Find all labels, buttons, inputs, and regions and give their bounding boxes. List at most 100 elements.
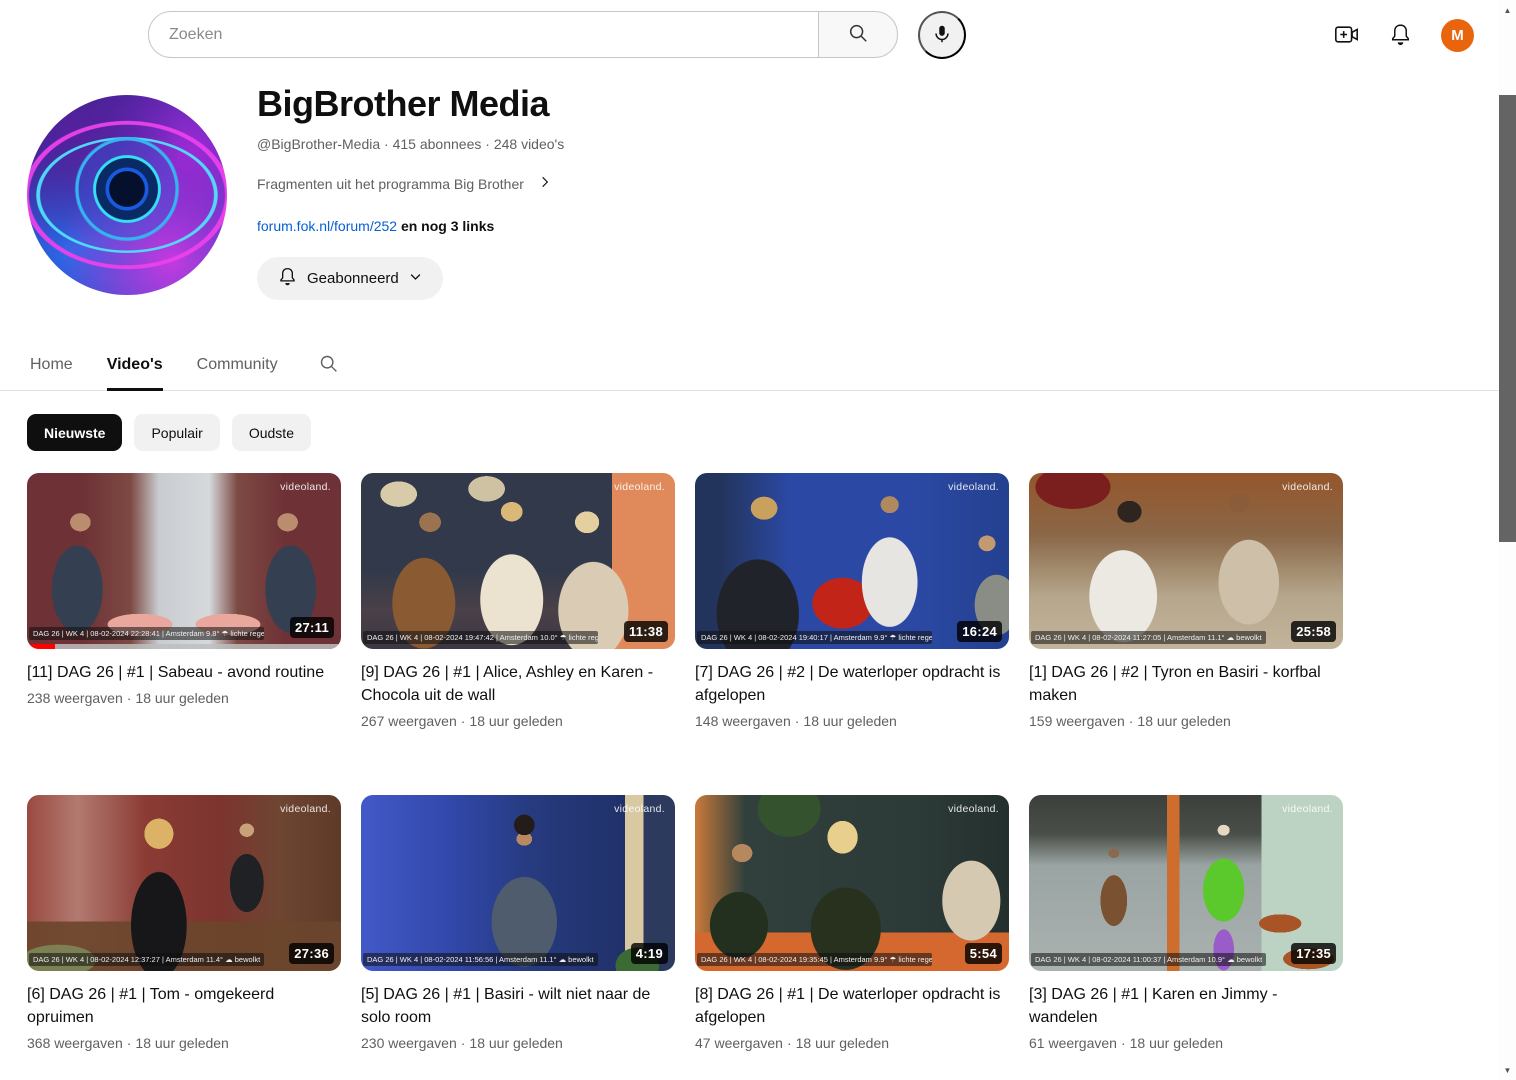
video-title[interactable]: [11] DAG 26 | #1 | Sabeau - avond routin… — [27, 661, 341, 684]
voice-search-button[interactable] — [918, 11, 966, 59]
create-video-button[interactable] — [1333, 21, 1360, 51]
video-age: 18 uur geleden — [803, 713, 897, 729]
youtube-channel-page: M BigBrother Media @BigBrother-Media · 4… — [0, 0, 1516, 1080]
video-views: 368 weergaven — [27, 1035, 123, 1051]
video-meta: 148 weergaven · 18 uur geleden — [695, 713, 897, 729]
tab-home[interactable]: Home — [30, 339, 73, 391]
channel-meta: @BigBrother-Media · 415 abonnees · 248 v… — [257, 136, 565, 152]
video-card[interactable]: videoland. DAG 26 | WK 4 | 08-02-2024 19… — [695, 795, 1009, 1080]
video-card[interactable]: videoland. DAG 26 | WK 4 | 08-02-2024 11… — [1029, 795, 1343, 1080]
channel-subscribers: 415 abonnees — [392, 136, 482, 152]
top-right-actions: M — [1333, 19, 1474, 52]
search-icon — [847, 22, 869, 47]
video-age: 18 uur geleden — [469, 713, 563, 729]
video-title[interactable]: [3] DAG 26 | #1 | Karen en Jimmy - wande… — [1029, 983, 1343, 1029]
bell-icon — [1388, 22, 1413, 50]
top-bar: M — [0, 0, 1516, 72]
video-thumbnail[interactable]: videoland. DAG 26 | WK 4 | 08-02-2024 19… — [361, 473, 675, 649]
chip-newest[interactable]: Nieuwste — [27, 414, 123, 451]
search-button[interactable] — [818, 11, 898, 58]
scrollbar-thumb[interactable] — [1499, 95, 1516, 542]
channel-links-row: forum.fok.nl/forum/252 en nog 3 links — [257, 218, 564, 234]
video-title[interactable]: [9] DAG 26 | #1 | Alice, Ashley en Karen… — [361, 661, 675, 707]
video-age: 18 uur geleden — [135, 1035, 229, 1051]
video-title[interactable]: [6] DAG 26 | #1 | Tom - omgekeerd opruim… — [27, 983, 341, 1029]
video-meta: 61 weergaven · 18 uur geleden — [1029, 1035, 1224, 1051]
notifications-button[interactable] — [1388, 22, 1413, 50]
video-age: 18 uur geleden — [795, 1035, 890, 1051]
chevron-down-icon — [408, 269, 423, 288]
thumbnail-ticker: DAG 26 | WK 4 | 08-02-2024 19:47:42 | Am… — [363, 631, 598, 644]
videoland-watermark: videoland. — [280, 481, 331, 493]
scrollbar-up-arrow[interactable]: ▲ — [1499, 2, 1516, 18]
duration-badge: 17:35 — [1291, 943, 1336, 964]
channel-search-button[interactable] — [318, 353, 339, 377]
video-card[interactable]: videoland. DAG 26 | WK 4 | 08-02-2024 19… — [695, 473, 1009, 771]
duration-badge: 5:54 — [964, 943, 1002, 964]
channel-description-row[interactable]: Fragmenten uit het programma Big Brother — [257, 175, 564, 192]
video-card[interactable]: videoland. DAG 26 | WK 4 | 08-02-2024 11… — [361, 795, 675, 1080]
tab-community[interactable]: Community — [197, 339, 278, 391]
video-age: 18 uur geleden — [1137, 713, 1231, 729]
video-views: 148 weergaven — [695, 713, 791, 729]
videoland-watermark: videoland. — [280, 803, 331, 815]
channel-description: Fragmenten uit het programma Big Brother — [257, 175, 524, 192]
video-card[interactable]: videoland. DAG 26 | WK 4 | 08-02-2024 11… — [1029, 473, 1343, 771]
video-thumbnail[interactable]: videoland. DAG 26 | WK 4 | 08-02-2024 22… — [27, 473, 341, 649]
video-grid: videoland. DAG 26 | WK 4 | 08-02-2024 22… — [27, 473, 1343, 1080]
video-thumbnail[interactable]: videoland. DAG 26 | WK 4 | 08-02-2024 11… — [1029, 473, 1343, 649]
video-views: 238 weergaven — [27, 690, 123, 706]
video-views: 47 weergaven — [695, 1035, 783, 1051]
channel-info: BigBrother Media @BigBrother-Media · 415… — [257, 82, 564, 300]
more-links-label[interactable]: en nog 3 links — [401, 218, 494, 234]
video-age: 18 uur geleden — [469, 1035, 563, 1051]
scrollbar-down-arrow[interactable]: ▼ — [1499, 1062, 1516, 1078]
videoland-watermark: videoland. — [1282, 803, 1333, 815]
video-views: 61 weergaven — [1029, 1035, 1117, 1051]
microphone-icon — [931, 23, 953, 48]
thumbnail-ticker: DAG 26 | WK 4 | 08-02-2024 11:56:56 | Am… — [363, 953, 598, 966]
video-title[interactable]: [7] DAG 26 | #2 | De waterloper opdracht… — [695, 661, 1009, 707]
channel-name: BigBrother Media — [257, 83, 550, 124]
channel-link[interactable]: forum.fok.nl/forum/252 — [257, 218, 397, 234]
subscribed-label: Geabonneerd — [307, 270, 399, 287]
chevron-right-icon — [538, 175, 552, 192]
create-video-icon — [1333, 21, 1360, 51]
video-title[interactable]: [8] DAG 26 | #1 | De waterloper opdracht… — [695, 983, 1009, 1029]
video-card[interactable]: videoland. DAG 26 | WK 4 | 08-02-2024 12… — [27, 795, 341, 1080]
video-thumbnail[interactable]: videoland. DAG 26 | WK 4 | 08-02-2024 19… — [695, 473, 1009, 649]
watch-progress-bar — [27, 644, 341, 649]
subscribed-button[interactable]: Geabonneerd — [257, 257, 443, 300]
video-thumbnail[interactable]: videoland. DAG 26 | WK 4 | 08-02-2024 19… — [695, 795, 1009, 971]
video-card[interactable]: videoland. DAG 26 | WK 4 | 08-02-2024 22… — [27, 473, 341, 771]
video-age: 18 uur geleden — [1129, 1035, 1224, 1051]
thumbnail-ticker: DAG 26 | WK 4 | 08-02-2024 19:40:17 | Am… — [697, 631, 932, 644]
video-views: 230 weergaven — [361, 1035, 457, 1051]
video-card[interactable]: videoland. DAG 26 | WK 4 | 08-02-2024 19… — [361, 473, 675, 771]
tab-videos[interactable]: Video's — [106, 339, 163, 391]
profile-avatar[interactable]: M — [1441, 19, 1474, 52]
video-title[interactable]: [1] DAG 26 | #2 | Tyron en Basiri - korf… — [1029, 661, 1343, 707]
videoland-watermark: videoland. — [614, 803, 665, 815]
video-thumbnail[interactable]: videoland. DAG 26 | WK 4 | 08-02-2024 11… — [1029, 795, 1343, 971]
chip-oldest[interactable]: Oudste — [231, 414, 311, 451]
duration-badge: 16:24 — [957, 621, 1002, 642]
video-meta: 230 weergaven · 18 uur geleden — [361, 1035, 563, 1051]
video-meta: 159 weergaven · 18 uur geleden — [1029, 713, 1231, 729]
search-input[interactable] — [148, 11, 818, 58]
video-views: 159 weergaven — [1029, 713, 1125, 729]
video-thumbnail[interactable]: videoland. DAG 26 | WK 4 | 08-02-2024 12… — [27, 795, 341, 971]
chip-popular[interactable]: Populair — [134, 414, 220, 451]
video-views: 267 weergaven — [361, 713, 457, 729]
scrollbar[interactable]: ▲ ▼ — [1499, 0, 1516, 1080]
video-title[interactable]: [5] DAG 26 | #1 | Basiri - wilt niet naa… — [361, 983, 675, 1029]
duration-badge: 27:11 — [289, 617, 334, 638]
channel-video-count: 248 video's — [493, 136, 565, 152]
videoland-watermark: videoland. — [1282, 481, 1333, 493]
channel-handle: @BigBrother-Media — [257, 136, 381, 152]
channel-avatar-big-brother-eye[interactable] — [27, 95, 227, 295]
video-thumbnail[interactable]: videoland. DAG 26 | WK 4 | 08-02-2024 11… — [361, 795, 675, 971]
duration-badge: 27:36 — [289, 943, 334, 964]
thumbnail-ticker: DAG 26 | WK 4 | 08-02-2024 11:27:05 | Am… — [1031, 631, 1266, 644]
sort-chips: Nieuwste Populair Oudste — [27, 414, 311, 451]
